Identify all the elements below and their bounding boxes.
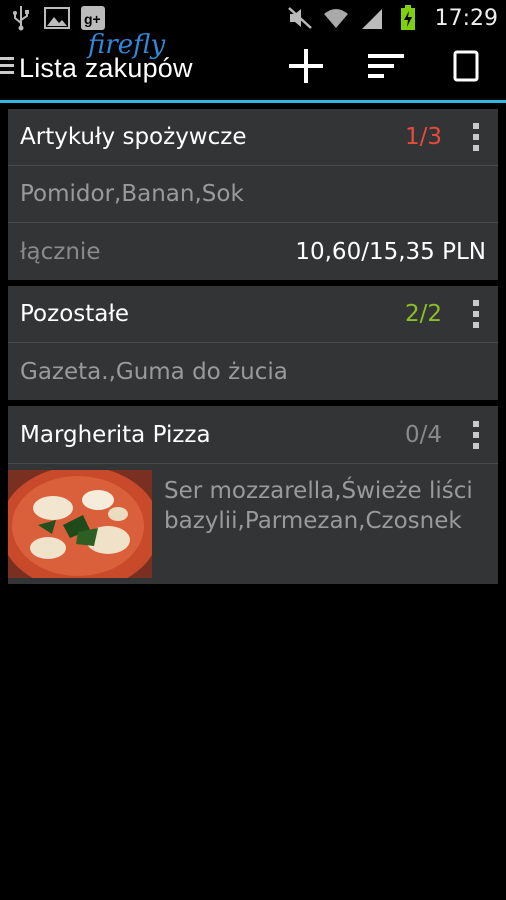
list-count: 0/4 xyxy=(404,421,442,448)
list-title: Pozostałe xyxy=(20,301,130,327)
overflow-menu-icon[interactable] xyxy=(466,300,486,328)
list-header[interactable]: Pozostałe 2/2 xyxy=(8,286,498,343)
sort-icon xyxy=(368,54,404,82)
action-bar: Lista zakupów firefly xyxy=(0,30,506,103)
list-items-row[interactable]: Pomidor,Banan,Sok xyxy=(8,166,498,223)
list-count: 1/3 xyxy=(404,124,442,150)
list-count: 2/2 xyxy=(404,301,442,327)
overflow-menu-icon[interactable] xyxy=(466,123,486,151)
list-card-groceries[interactable]: Artykuły spożywcze 1/3 Pomidor,Banan,Sok… xyxy=(8,109,498,280)
add-icon xyxy=(289,49,323,87)
clock: 17:29 xyxy=(434,5,498,31)
drawer-indicator-icon xyxy=(0,55,14,81)
google-plus-icon: g+ xyxy=(80,5,106,31)
shopping-lists: Artykuły spożywcze 1/3 Pomidor,Banan,Sok… xyxy=(0,109,506,584)
list-header[interactable]: Margherita Pizza 0/4 xyxy=(8,406,498,463)
add-list-button[interactable] xyxy=(266,36,346,100)
firefly-logo: firefly xyxy=(88,30,166,60)
list-total-row: łącznie 10,60/15,35 PLN xyxy=(8,223,498,280)
list-card-pizza[interactable]: Margherita Pizza 0/4 Ser mozzarella,Świe… xyxy=(8,406,498,584)
list-items: Gazeta.,Guma do żucia xyxy=(20,358,288,385)
svg-text:g+: g+ xyxy=(84,11,101,27)
home-button[interactable]: Lista zakupów firefly xyxy=(0,30,193,100)
list-card-other[interactable]: Pozostałe 2/2 Gazeta.,Guma do żucia xyxy=(8,286,498,400)
select-button[interactable] xyxy=(426,36,506,100)
usb-icon xyxy=(8,5,34,31)
signal-icon xyxy=(359,5,385,31)
status-bar: g+ 17:29 xyxy=(0,0,506,36)
list-title: Margherita Pizza xyxy=(20,421,211,448)
sort-button[interactable] xyxy=(346,36,426,100)
list-title: Artykuły spożywcze xyxy=(20,124,247,150)
mute-icon xyxy=(287,5,313,31)
battery-charging-icon xyxy=(395,5,421,31)
list-items: Ser mozzarella,Świeże liści bazylii,Parm… xyxy=(164,478,473,534)
total-value: 10,60/15,35 PLN xyxy=(295,238,486,265)
select-icon xyxy=(453,50,479,86)
list-items: Pomidor,Banan,Sok xyxy=(20,181,244,207)
image-icon xyxy=(44,5,70,31)
recipe-row[interactable]: Ser mozzarella,Świeże liści bazylii,Parm… xyxy=(8,463,498,584)
total-label: łącznie xyxy=(20,238,101,265)
list-header[interactable]: Artykuły spożywcze 1/3 xyxy=(8,109,498,166)
overflow-menu-icon[interactable] xyxy=(466,420,486,449)
pizza-photo xyxy=(8,470,152,578)
list-items-row[interactable]: Gazeta.,Guma do żucia xyxy=(8,343,498,400)
wifi-icon xyxy=(323,5,349,31)
